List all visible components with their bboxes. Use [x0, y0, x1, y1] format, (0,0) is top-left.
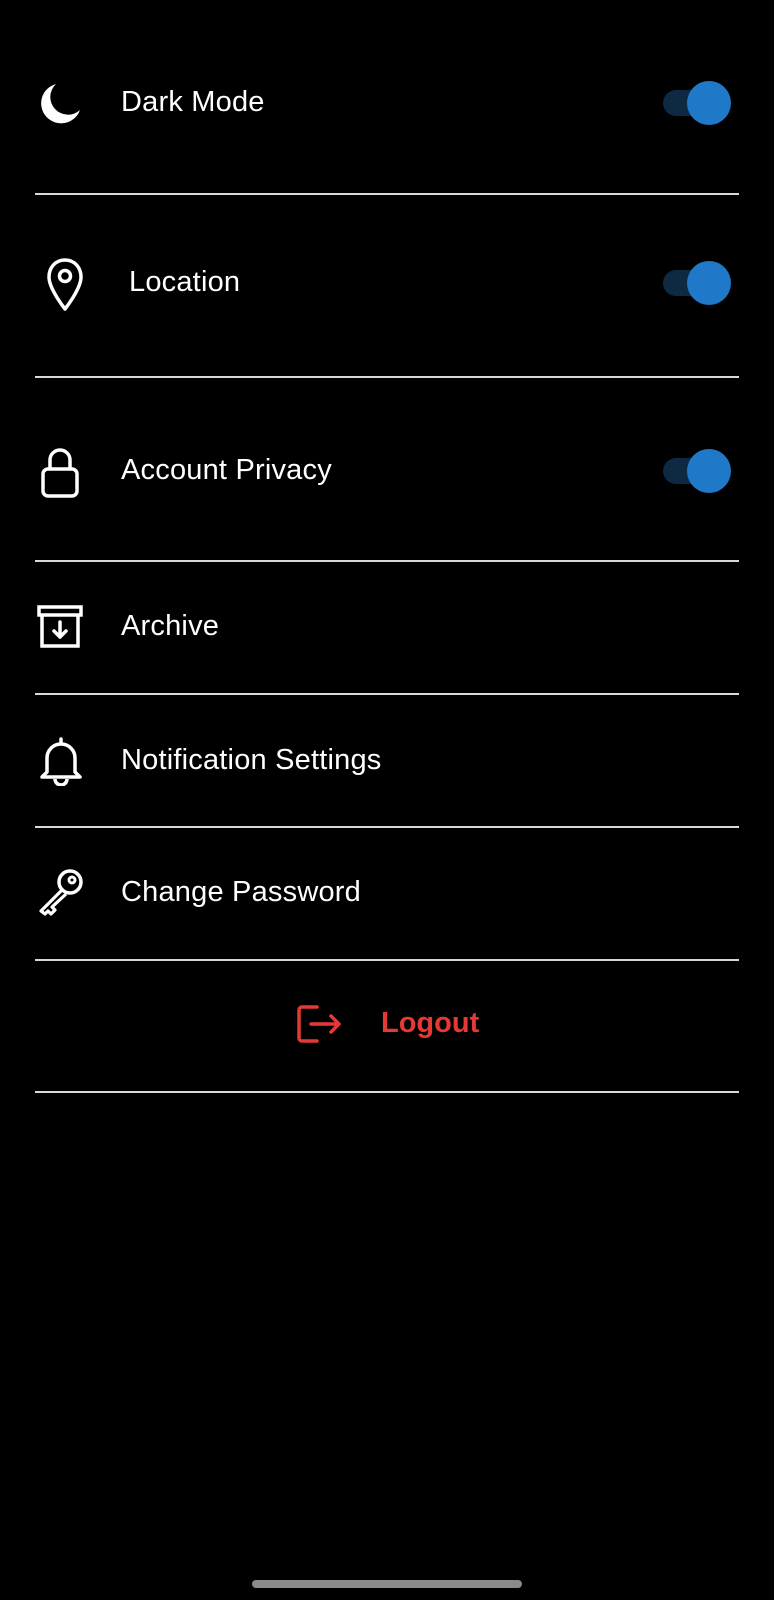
home-indicator[interactable]	[252, 1580, 522, 1588]
setting-label-location: Location	[129, 266, 241, 298]
setting-label-archive: Archive	[121, 610, 220, 642]
setting-row-notification-settings[interactable]: Notification Settings	[35, 718, 739, 804]
setting-row-dark-mode[interactable]: Dark Mode	[35, 60, 739, 146]
divider	[35, 693, 739, 695]
toggle-knob	[687, 449, 731, 493]
toggle-knob	[687, 261, 731, 305]
location-pin-icon	[43, 257, 87, 313]
logout-button[interactable]: Logout	[35, 960, 739, 1090]
account-privacy-toggle[interactable]	[663, 449, 731, 493]
divider	[35, 193, 739, 195]
logout-icon	[297, 1004, 343, 1049]
toggle-knob	[687, 81, 731, 125]
archive-icon	[37, 604, 83, 650]
setting-row-account-privacy[interactable]: Account Privacy	[35, 428, 739, 514]
setting-label-notification-settings: Notification Settings	[121, 744, 382, 776]
setting-label-change-password: Change Password	[121, 876, 361, 908]
location-toggle[interactable]	[663, 261, 731, 305]
setting-label-dark-mode: Dark Mode	[121, 86, 265, 118]
divider	[35, 826, 739, 828]
setting-label-account-privacy: Account Privacy	[121, 454, 332, 486]
divider	[35, 1091, 739, 1093]
dark-mode-toggle[interactable]	[663, 81, 731, 125]
moon-icon	[35, 79, 85, 129]
setting-row-archive[interactable]: Archive	[35, 584, 739, 670]
divider	[35, 560, 739, 562]
lock-icon	[39, 444, 81, 500]
setting-row-change-password[interactable]: Change Password	[35, 850, 739, 936]
setting-row-location[interactable]: Location	[35, 240, 739, 326]
key-icon	[37, 868, 85, 916]
divider	[35, 376, 739, 378]
logout-label: Logout	[381, 1007, 480, 1039]
bell-icon	[39, 736, 83, 786]
